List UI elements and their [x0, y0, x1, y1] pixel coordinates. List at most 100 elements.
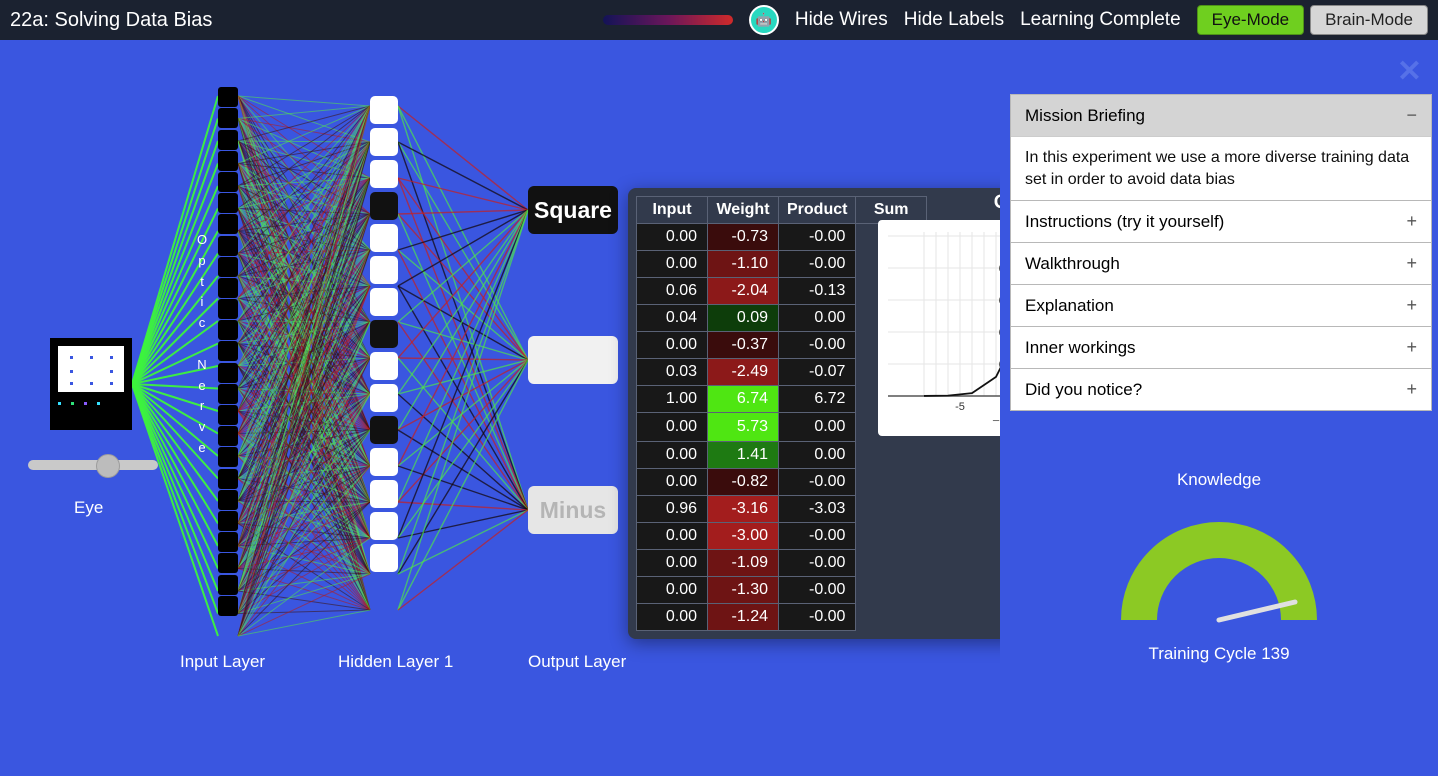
plus-icon: +	[1406, 211, 1417, 232]
output-square[interactable]: Square	[528, 186, 618, 234]
svg-text:-5: -5	[955, 401, 965, 413]
input-neuron[interactable]	[218, 363, 238, 383]
accordion-header[interactable]: Mission Briefing−	[1011, 95, 1431, 136]
hidden-neuron[interactable]	[370, 448, 398, 476]
input-neuron[interactable]	[218, 278, 238, 298]
input-neuron[interactable]	[218, 172, 238, 192]
input-neuron[interactable]	[218, 299, 238, 319]
training-cycle: Training Cycle 139	[1000, 644, 1438, 664]
knowledge-label: Knowledge	[1000, 470, 1438, 490]
app-header: 22a: Solving Data Bias 🤖 Hide Wires Hide…	[0, 0, 1438, 40]
input-neuron[interactable]	[218, 469, 238, 489]
input-neuron[interactable]	[218, 193, 238, 213]
input-neuron[interactable]	[218, 214, 238, 234]
input-neuron[interactable]	[218, 130, 238, 150]
hidden-neuron[interactable]	[370, 320, 398, 348]
accordion-header[interactable]: Instructions (try it yourself)+	[1011, 201, 1431, 242]
accordion-header[interactable]: Did you notice?+	[1011, 369, 1431, 410]
plus-icon: +	[1406, 337, 1417, 358]
eye-slider[interactable]	[28, 460, 158, 470]
col-weight: Weight	[708, 197, 779, 224]
hidden-layer-column	[370, 92, 398, 576]
table-row: 0.001.410.00	[637, 442, 927, 469]
input-neuron[interactable]	[218, 511, 238, 531]
accordion-header[interactable]: Walkthrough+	[1011, 243, 1431, 284]
input-neuron[interactable]	[218, 108, 238, 128]
input-neuron[interactable]	[218, 426, 238, 446]
hidden-neuron[interactable]	[370, 384, 398, 412]
input-neuron[interactable]	[218, 447, 238, 467]
accordion-item: Inner workings+	[1010, 326, 1432, 369]
hidden-neuron[interactable]	[370, 128, 398, 156]
svg-text:−: −	[992, 413, 1000, 428]
knowledge-section: Knowledge Training Cycle 139	[1000, 470, 1438, 664]
hidden-neuron[interactable]	[370, 480, 398, 508]
accordion-item: Instructions (try it yourself)+	[1010, 200, 1432, 243]
output-layer-label: Output Layer	[528, 652, 626, 672]
mode-toggle: Eye-Mode Brain-Mode	[1197, 5, 1428, 35]
table-row: 0.00-0.82-0.00	[637, 469, 927, 496]
accordion-item: Did you notice?+	[1010, 368, 1432, 411]
gradient-legend	[603, 15, 733, 25]
input-neuron[interactable]	[218, 87, 238, 107]
hidden-neuron[interactable]	[370, 192, 398, 220]
network-stage: Eye OpticNerve Square Minus Input Layer …	[0, 40, 1000, 776]
hidden-neuron[interactable]	[370, 288, 398, 316]
hidden-neuron[interactable]	[370, 416, 398, 444]
accordion-header[interactable]: Inner workings+	[1011, 327, 1431, 368]
input-neuron[interactable]	[218, 532, 238, 552]
input-neuron[interactable]	[218, 490, 238, 510]
input-neuron[interactable]	[218, 553, 238, 573]
hidden-neuron[interactable]	[370, 160, 398, 188]
page-title: 22a: Solving Data Bias	[10, 9, 212, 32]
knowledge-gauge	[1119, 510, 1319, 620]
hide-wires-button[interactable]: Hide Wires	[795, 9, 888, 31]
input-neuron[interactable]	[218, 596, 238, 616]
accordion-item: Mission Briefing−In this experiment we u…	[1010, 94, 1432, 201]
hide-labels-button[interactable]: Hide Labels	[904, 9, 1004, 31]
hidden-neuron[interactable]	[370, 512, 398, 540]
hidden-neuron[interactable]	[370, 544, 398, 572]
input-neuron[interactable]	[218, 405, 238, 425]
accordion-item: Explanation+	[1010, 284, 1432, 327]
hidden-layer-label: Hidden Layer 1	[338, 652, 453, 672]
plus-icon: +	[1406, 379, 1417, 400]
output-minus[interactable]: Minus	[528, 486, 618, 534]
slider-thumb[interactable]	[96, 454, 120, 478]
side-panel: ✕ Mission Briefing−In this experiment we…	[1000, 40, 1438, 776]
input-layer-label: Input Layer	[180, 652, 265, 672]
table-row: 0.96-3.16-3.03	[637, 496, 927, 523]
col-product: Product	[779, 197, 856, 224]
accordion-body: In this experiment we use a more diverse…	[1011, 136, 1431, 200]
minus-icon: −	[1406, 105, 1417, 126]
eye-image[interactable]	[50, 338, 132, 430]
input-neuron[interactable]	[218, 384, 238, 404]
learning-complete-label: Learning Complete	[1020, 9, 1181, 31]
table-row: 0.00-3.00-0.00	[637, 523, 927, 550]
input-neuron[interactable]	[218, 320, 238, 340]
output-plus[interactable]	[528, 336, 618, 384]
hidden-neuron[interactable]	[370, 96, 398, 124]
col-input: Input	[637, 197, 708, 224]
brain-mode-button[interactable]: Brain-Mode	[1310, 5, 1428, 35]
plus-icon: +	[1406, 253, 1417, 274]
hidden-neuron[interactable]	[370, 352, 398, 380]
plus-icon: +	[1406, 295, 1417, 316]
optic-nerve-label: OpticNerve	[195, 230, 209, 459]
table-row: 0.00-1.30-0.00	[637, 577, 927, 604]
table-row: 0.00-1.09-0.00	[637, 550, 927, 577]
input-neuron[interactable]	[218, 575, 238, 595]
input-neuron[interactable]	[218, 151, 238, 171]
accordion: Mission Briefing−In this experiment we u…	[1010, 95, 1432, 411]
table-row: 0.00-1.24-0.00	[637, 604, 927, 631]
hidden-neuron[interactable]	[370, 224, 398, 252]
input-neuron[interactable]	[218, 257, 238, 277]
accordion-item: Walkthrough+	[1010, 242, 1432, 285]
robot-icon[interactable]: 🤖	[749, 5, 779, 35]
eye-mode-button[interactable]: Eye-Mode	[1197, 5, 1304, 35]
input-neuron[interactable]	[218, 341, 238, 361]
hidden-neuron[interactable]	[370, 256, 398, 284]
close-icon[interactable]: ✕	[1397, 54, 1422, 89]
input-neuron[interactable]	[218, 236, 238, 256]
accordion-header[interactable]: Explanation+	[1011, 285, 1431, 326]
